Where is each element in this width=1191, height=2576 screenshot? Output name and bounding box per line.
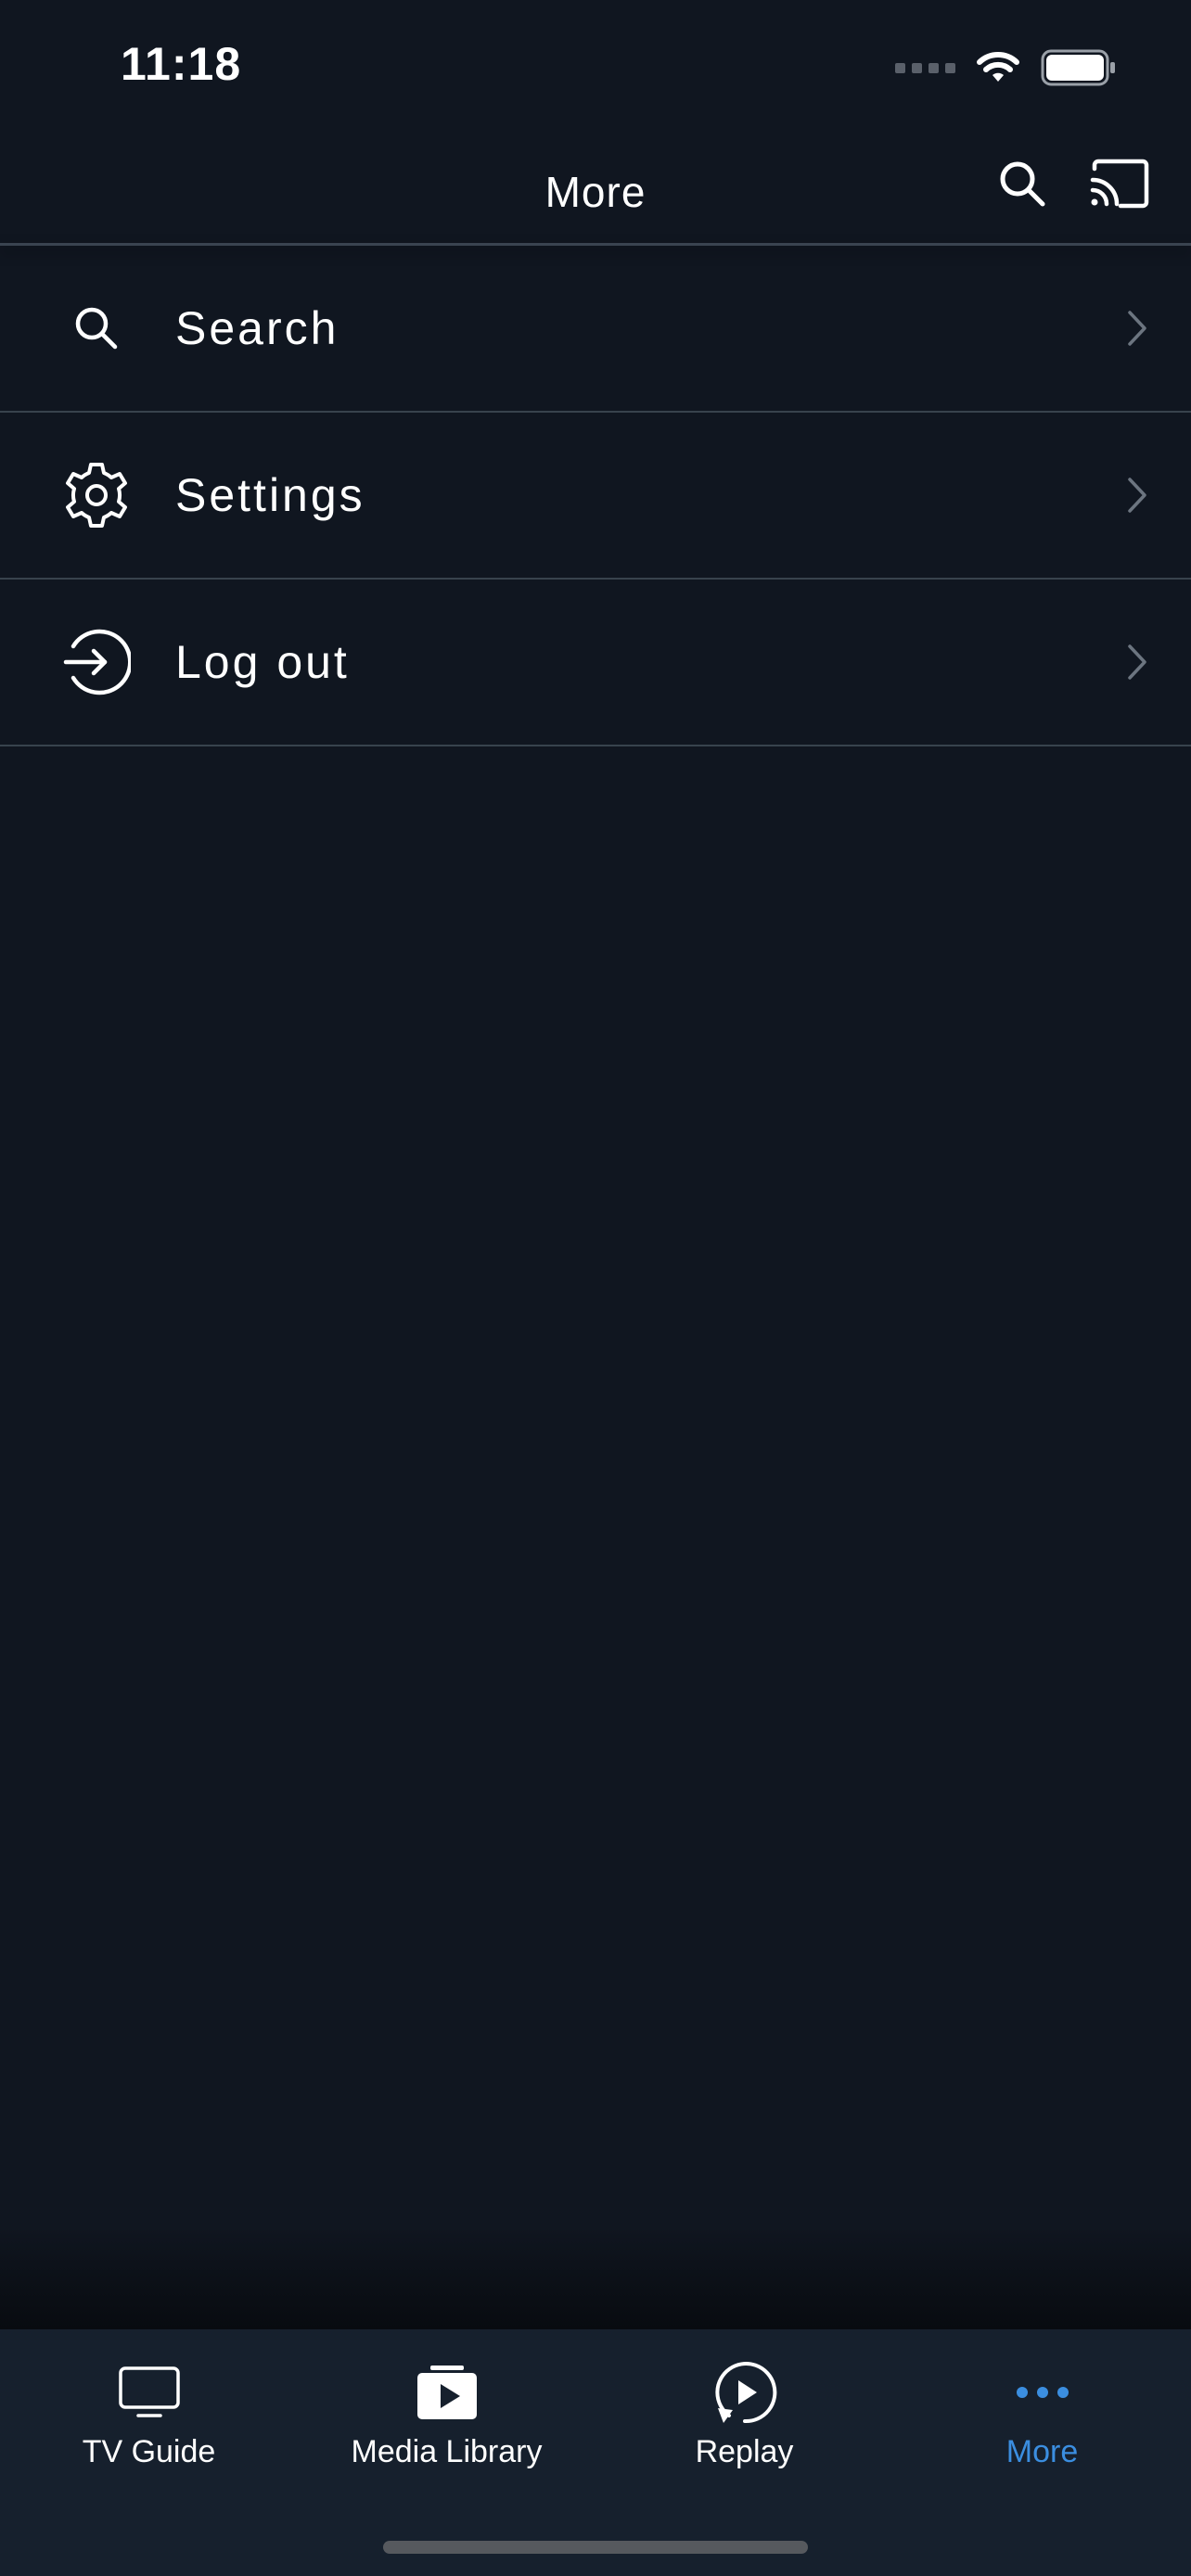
status-bar: 11:18	[0, 0, 1191, 130]
more-menu-list: Search Settings Log out	[0, 246, 1191, 746]
home-indicator	[383, 2541, 808, 2554]
battery-icon	[1041, 49, 1115, 86]
tab-label: More	[1005, 2434, 1079, 2469]
tab-label: Media Library	[351, 2434, 543, 2469]
menu-item-label: Settings	[175, 469, 365, 521]
menu-item-label: Log out	[175, 636, 350, 688]
chevron-right-icon	[1128, 478, 1146, 513]
tab-label: TV Guide	[82, 2434, 216, 2469]
replay-icon	[711, 2359, 778, 2426]
gear-icon	[59, 458, 134, 532]
content-fade	[0, 2225, 1191, 2329]
cellular-signal-icon	[895, 62, 955, 73]
tab-label: Replay	[695, 2434, 794, 2469]
menu-item-log-out[interactable]: Log out	[0, 580, 1191, 746]
status-time: 11:18	[121, 38, 242, 90]
tab-replay[interactable]: Replay	[596, 2329, 893, 2515]
search-icon[interactable]	[996, 158, 1048, 210]
menu-item-search[interactable]: Search	[0, 246, 1191, 413]
tab-bar: TV Guide Media Library Replay More	[0, 2329, 1191, 2576]
search-icon	[59, 291, 134, 365]
tab-tv-guide[interactable]: TV Guide	[0, 2329, 298, 2515]
chevron-right-icon	[1128, 311, 1146, 346]
wifi-icon	[977, 52, 1019, 82]
tab-more[interactable]: More	[893, 2329, 1191, 2515]
cast-icon[interactable]	[1089, 158, 1150, 210]
tv-icon	[116, 2359, 183, 2426]
navigation-bar: More	[0, 130, 1191, 243]
log-out-icon	[59, 625, 134, 699]
chevron-right-icon	[1128, 644, 1146, 680]
menu-item-settings[interactable]: Settings	[0, 413, 1191, 580]
media-library-icon	[414, 2359, 480, 2426]
menu-item-label: Search	[175, 302, 339, 354]
status-icons	[895, 46, 1117, 89]
tab-media-library[interactable]: Media Library	[298, 2329, 596, 2515]
more-dots-icon	[1009, 2359, 1076, 2426]
nav-actions	[996, 158, 1150, 210]
